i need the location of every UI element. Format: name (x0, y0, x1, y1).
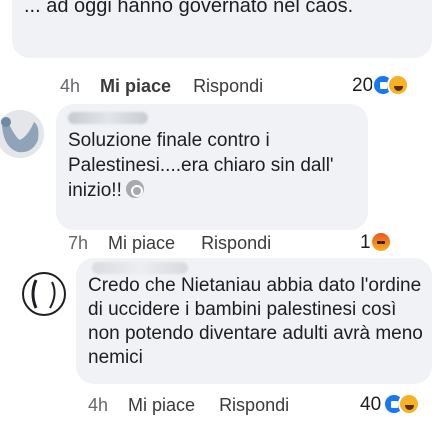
like-button[interactable]: Mi piace (100, 76, 171, 97)
comment-actions: 4h Mi piace Rispondi (60, 76, 263, 97)
comment-text: Credo che Nietaniau abbia dato l'ordine … (88, 274, 428, 370)
angry-icon (370, 231, 392, 253)
reaction-count[interactable]: 20 (352, 75, 373, 97)
reactions-summary[interactable] (372, 74, 409, 96)
reply-button[interactable]: Rispondi (193, 76, 263, 97)
sad-icon (125, 180, 144, 198)
comment-actions: 4h Mi piace Rispondi (88, 395, 289, 416)
comment-actions: 7h Mi piace Rispondi (68, 233, 271, 254)
reply-button[interactable]: Rispondi (219, 395, 289, 416)
author-name[interactable] (68, 112, 148, 124)
haha-icon (387, 74, 409, 96)
reactions-summary[interactable] (383, 393, 420, 415)
comments-thread: ... ad oggi hanno governato nel caos. 4h… (0, 0, 432, 429)
like-button[interactable]: Mi piace (108, 233, 175, 254)
avatar[interactable] (0, 110, 44, 158)
comment-text: Soluzione finale contro i Palestinesi...… (68, 128, 368, 203)
comment-time[interactable]: 7h (68, 233, 88, 254)
like-button[interactable]: Mi piace (128, 395, 195, 416)
comment-body: Credo che Nietaniau abbia dato l'ordine … (88, 275, 423, 368)
comment-time[interactable]: 4h (88, 395, 108, 416)
reply-button[interactable]: Rispondi (201, 233, 271, 254)
author-name[interactable] (92, 262, 188, 274)
reaction-count[interactable]: 1 (360, 232, 371, 254)
avatar[interactable] (22, 272, 66, 316)
reaction-count[interactable]: 40 (360, 394, 381, 416)
comment-body: ... ad oggi hanno governato nel caos. (24, 0, 354, 17)
haha-icon (398, 393, 420, 415)
reactions-summary[interactable] (370, 231, 392, 253)
comment-text: ... ad oggi hanno governato nel caos. (24, 0, 424, 19)
comment-time[interactable]: 4h (60, 76, 80, 97)
comment-body: Soluzione finale contro i Palestinesi...… (68, 130, 334, 201)
